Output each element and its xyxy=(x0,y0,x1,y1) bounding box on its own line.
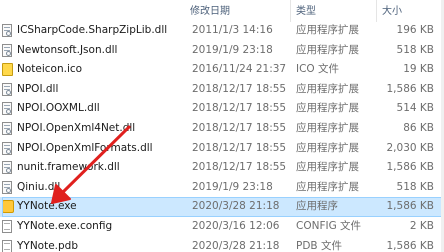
dll-file-icon xyxy=(2,121,14,136)
file-row[interactable]: Qiniu.dll 2019/1/9 23:18 应用程序扩展 518 KB xyxy=(0,178,444,198)
file-size: 19 KB xyxy=(403,63,434,76)
file-modified-date: 2019/1/9 23:18 xyxy=(192,180,273,193)
pdb-file-icon-glyph xyxy=(2,239,12,252)
ico-file-icon xyxy=(2,62,14,77)
file-size: 518 KB xyxy=(396,180,434,193)
file-modified-date: 2018/12/17 18:55 xyxy=(192,161,287,174)
config-file-icon-glyph xyxy=(2,219,12,233)
file-list: ICSharpCode.SharpZipLib.dll 2011/1/3 14:1… xyxy=(0,21,444,252)
file-modified-date: 2016/11/24 21:37 xyxy=(192,63,287,76)
exe-file-icon-glyph xyxy=(2,200,14,214)
file-modified-date: 2020/3/16 12:06 xyxy=(192,219,280,232)
file-size: 1,586 KB xyxy=(386,161,435,174)
file-name: NPOI.OpenXml4Net.dll xyxy=(17,121,136,134)
file-size: 1,586 KB xyxy=(386,82,435,95)
ico-file-icon-glyph xyxy=(2,63,13,77)
file-row[interactable]: Noteicon.ico 2016/11/24 21:37 ICO 文件 19 KB xyxy=(0,60,444,80)
file-name: ICSharpCode.SharpZipLib.dll xyxy=(17,24,168,36)
dll-file-icon-glyph xyxy=(2,180,12,194)
exe-file-icon xyxy=(2,199,14,214)
pdb-file-icon xyxy=(2,239,14,252)
file-type: CONFIG 文件 xyxy=(296,219,362,232)
dll-file-icon xyxy=(2,160,14,175)
file-type: 应用程序扩展 xyxy=(296,161,359,174)
file-modified-date: 2018/12/17 18:55 xyxy=(192,102,287,115)
file-type: 应用程序扩展 xyxy=(296,180,359,193)
file-size: 518 KB xyxy=(396,43,434,56)
file-modified-date: 2018/12/17 18:55 xyxy=(192,82,287,95)
dll-file-icon xyxy=(2,180,14,195)
file-size: 514 KB xyxy=(396,102,434,115)
file-name: YYNote.exe.config xyxy=(17,219,113,232)
file-type: 应用程序扩展 xyxy=(296,141,359,154)
file-modified-date: 2020/3/28 21:18 xyxy=(192,200,280,213)
file-row[interactable]: NPOI.OpenXml4Net.dll 2018/12/17 18:55 应用程序… xyxy=(0,119,444,139)
file-type: 应用程序扩展 xyxy=(296,24,359,36)
file-size: 2 KB xyxy=(409,219,434,232)
dll-file-icon xyxy=(2,43,14,58)
file-name: NPOI.OOXML.dll xyxy=(17,102,100,115)
dll-file-icon-glyph xyxy=(2,161,12,175)
file-name: NPOI.dll xyxy=(17,82,59,95)
file-name: nunit.framework.dll xyxy=(17,161,120,174)
file-type: 应用程序扩展 xyxy=(296,102,359,115)
column-divider[interactable] xyxy=(376,0,377,22)
dll-file-icon-glyph xyxy=(2,82,12,96)
file-name: Noteicon.ico xyxy=(17,63,83,76)
file-row[interactable]: YYNote.pdb 2020/3/28 21:18 PDB 文件 1,586 KB xyxy=(0,237,444,252)
file-modified-date: 2011/1/3 14:16 xyxy=(192,24,273,36)
file-modified-date: 2020/3/28 21:18 xyxy=(192,239,280,252)
dll-file-icon xyxy=(2,141,14,156)
dll-file-icon xyxy=(2,23,14,38)
dll-file-icon-glyph xyxy=(2,102,12,116)
file-name: Newtonsoft.Json.dll xyxy=(17,43,118,56)
file-name: Qiniu.dll xyxy=(17,180,61,193)
file-explorer-view: 修改日期 类型 大小 ICSharpCode.SharpZipLib.dll 20… xyxy=(0,0,444,252)
file-type: 应用程序扩展 xyxy=(296,43,359,56)
column-header-date[interactable]: 修改日期 xyxy=(190,4,230,20)
file-size: 2,030 KB xyxy=(386,141,435,154)
file-name: NPOI.OpenXmlFormats.dll xyxy=(17,141,153,154)
file-name: YYNote.pdb xyxy=(17,239,79,252)
config-file-icon xyxy=(2,219,14,234)
file-size: 1,586 KB xyxy=(386,200,435,213)
dll-file-icon-glyph xyxy=(2,141,12,155)
file-type: 应用程序扩展 xyxy=(296,121,359,134)
file-row[interactable]: NPOI.OpenXmlFormats.dll 2018/12/17 18:55 应… xyxy=(0,139,444,159)
file-row[interactable]: Newtonsoft.Json.dll 2019/1/9 23:18 应用程序扩展 5… xyxy=(0,41,444,61)
file-size: 1,586 KB xyxy=(386,239,435,252)
file-row-selected[interactable]: YYNote.exe 2020/3/28 21:18 应用程序 1,586 KB xyxy=(0,197,444,217)
column-header-size[interactable]: 大小 xyxy=(382,4,402,20)
column-header-row: 修改日期 类型 大小 xyxy=(0,0,444,22)
dll-file-icon-glyph xyxy=(2,43,12,57)
file-modified-date: 2018/12/17 18:55 xyxy=(192,121,287,134)
column-divider[interactable] xyxy=(290,0,291,22)
file-modified-date: 2018/12/17 18:55 xyxy=(192,141,287,154)
file-type: 应用程序 xyxy=(296,200,338,213)
file-row[interactable]: nunit.framework.dll 2018/12/17 18:55 应用程序扩… xyxy=(0,158,444,178)
dll-file-icon xyxy=(2,82,14,97)
file-row[interactable]: NPOI.OOXML.dll 2018/12/17 18:55 应用程序扩展 514 … xyxy=(0,99,444,119)
file-type: 应用程序扩展 xyxy=(296,82,359,95)
file-row[interactable]: YYNote.exe.config 2020/3/16 12:06 CONFIG 文… xyxy=(0,217,444,237)
file-size: 196 KB xyxy=(396,24,434,36)
file-type: PDB 文件 xyxy=(296,239,342,252)
dll-file-icon-glyph xyxy=(2,121,12,135)
file-modified-date: 2019/1/9 23:18 xyxy=(192,43,273,56)
dll-file-icon xyxy=(2,101,14,116)
dll-file-icon-glyph xyxy=(2,24,12,37)
file-row[interactable]: ICSharpCode.SharpZipLib.dll 2011/1/3 14:1… xyxy=(0,21,444,41)
file-name: YYNote.exe xyxy=(17,200,77,213)
column-header-type[interactable]: 类型 xyxy=(296,4,316,20)
file-size: 86 KB xyxy=(403,121,434,134)
file-type: ICO 文件 xyxy=(296,63,340,76)
file-row[interactable]: NPOI.dll 2018/12/17 18:55 应用程序扩展 1,586 KB xyxy=(0,80,444,100)
